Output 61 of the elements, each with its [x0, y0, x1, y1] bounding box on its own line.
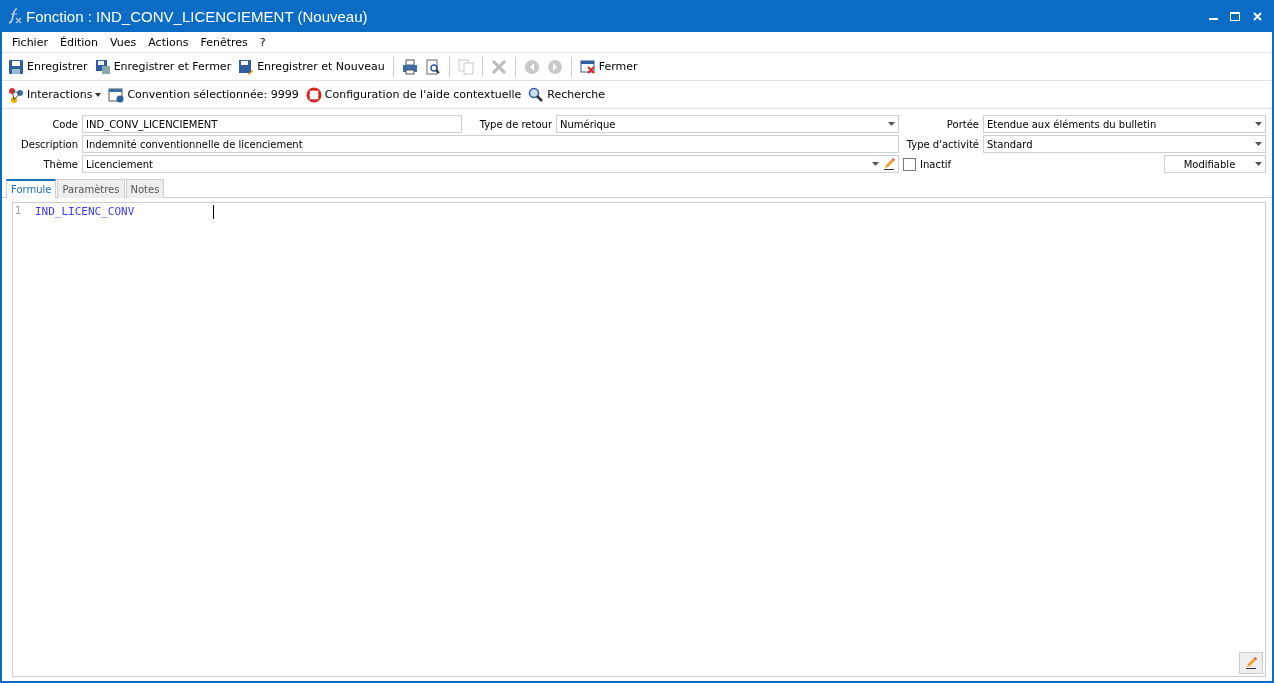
- menu-item[interactable]: ?: [253, 35, 272, 49]
- dropdown-field[interactable]: Numérique: [556, 115, 899, 133]
- toolbar-button[interactable]: Enregistrer: [6, 57, 90, 76]
- toolbar-button[interactable]: Recherche: [526, 85, 608, 104]
- dropdown-arrow-icon[interactable]: [872, 162, 879, 166]
- dropdown-arrow-icon[interactable]: [1255, 162, 1262, 166]
- code-line: IND_LICENC_CONV: [35, 205, 135, 218]
- menu-item[interactable]: Édition: [53, 35, 104, 49]
- menu-item[interactable]: Vues: [104, 35, 143, 49]
- dropdown-arrow-icon[interactable]: [888, 122, 895, 126]
- text-caret: [213, 205, 214, 219]
- lifebuoy-icon: [305, 86, 322, 103]
- toolbar-button[interactable]: Interactions: [6, 85, 104, 104]
- calendar-icon: [108, 86, 125, 103]
- checkbox-label: Inactif: [920, 158, 952, 170]
- maximize-icon: [1230, 11, 1240, 21]
- tab[interactable]: Paramètres: [57, 179, 125, 198]
- field-label: Description: [20, 138, 78, 150]
- tab[interactable]: Notes: [125, 179, 165, 198]
- field-label: Thème: [42, 158, 78, 170]
- checkbox[interactable]: [903, 157, 916, 171]
- minimize-icon: [1208, 18, 1218, 20]
- toolbar-button[interactable]: Enregistrer et Nouveau: [236, 57, 387, 76]
- close-window-icon: [579, 58, 596, 75]
- tab[interactable]: Formule: [6, 179, 57, 198]
- pencil-icon[interactable]: [1245, 657, 1257, 669]
- toolbar-button[interactable]: Convention sélectionnée: 9999: [106, 85, 301, 104]
- pencil-icon[interactable]: [883, 158, 895, 170]
- field-label: Type de retour: [478, 118, 552, 130]
- window-title: Fonction : IND_CONV_LICENCIEMENT (Nouveau): [26, 7, 369, 25]
- code-editor[interactable]: 1 IND_LICENC_CONV: [12, 202, 1266, 677]
- field-label: Portée: [945, 118, 979, 130]
- dropdown-field[interactable]: Modifiable: [1164, 155, 1266, 173]
- save-disk-icon: [94, 58, 111, 75]
- toolbar-button[interactable]: Configuration de l'aide contextuelle: [303, 85, 524, 104]
- input-field[interactable]: IND_CONV_LICENCIEMENT: [82, 115, 462, 133]
- menu-item[interactable]: Fichier: [6, 35, 54, 49]
- delete-x-icon: [490, 58, 507, 75]
- toolbar-button[interactable]: Fermer: [577, 57, 640, 76]
- line-number: 1: [14, 205, 23, 218]
- dropdown-arrow-icon[interactable]: [1255, 122, 1262, 126]
- dropdown-arrow-icon[interactable]: [1255, 142, 1262, 146]
- next-circle-icon: [546, 58, 563, 75]
- toolbar-button[interactable]: Enregistrer et Fermer: [92, 57, 234, 76]
- menu-item[interactable]: Fenêtres: [194, 35, 254, 49]
- network-nodes-icon: [8, 86, 24, 103]
- copy-icon: [457, 58, 474, 75]
- caret-icon: [95, 92, 102, 97]
- menu-item[interactable]: Actions: [142, 35, 195, 49]
- input-field[interactable]: Indemnité conventionnelle de licenciement: [82, 135, 899, 153]
- search-icon: [528, 86, 545, 103]
- print-preview-icon: [424, 58, 441, 75]
- field-label: Code: [51, 118, 78, 130]
- function-fx-icon: [8, 8, 22, 24]
- printer-icon: [401, 58, 418, 75]
- field-label: Type d'activité: [905, 138, 979, 150]
- previous-circle-icon: [523, 58, 540, 75]
- close-icon: [1252, 11, 1262, 21]
- dropdown-field[interactable]: Standard: [983, 135, 1266, 153]
- dropdown-field[interactable]: Etendue aux éléments du bulletin: [983, 115, 1266, 133]
- dropdown-field[interactable]: Licenciement: [82, 155, 899, 173]
